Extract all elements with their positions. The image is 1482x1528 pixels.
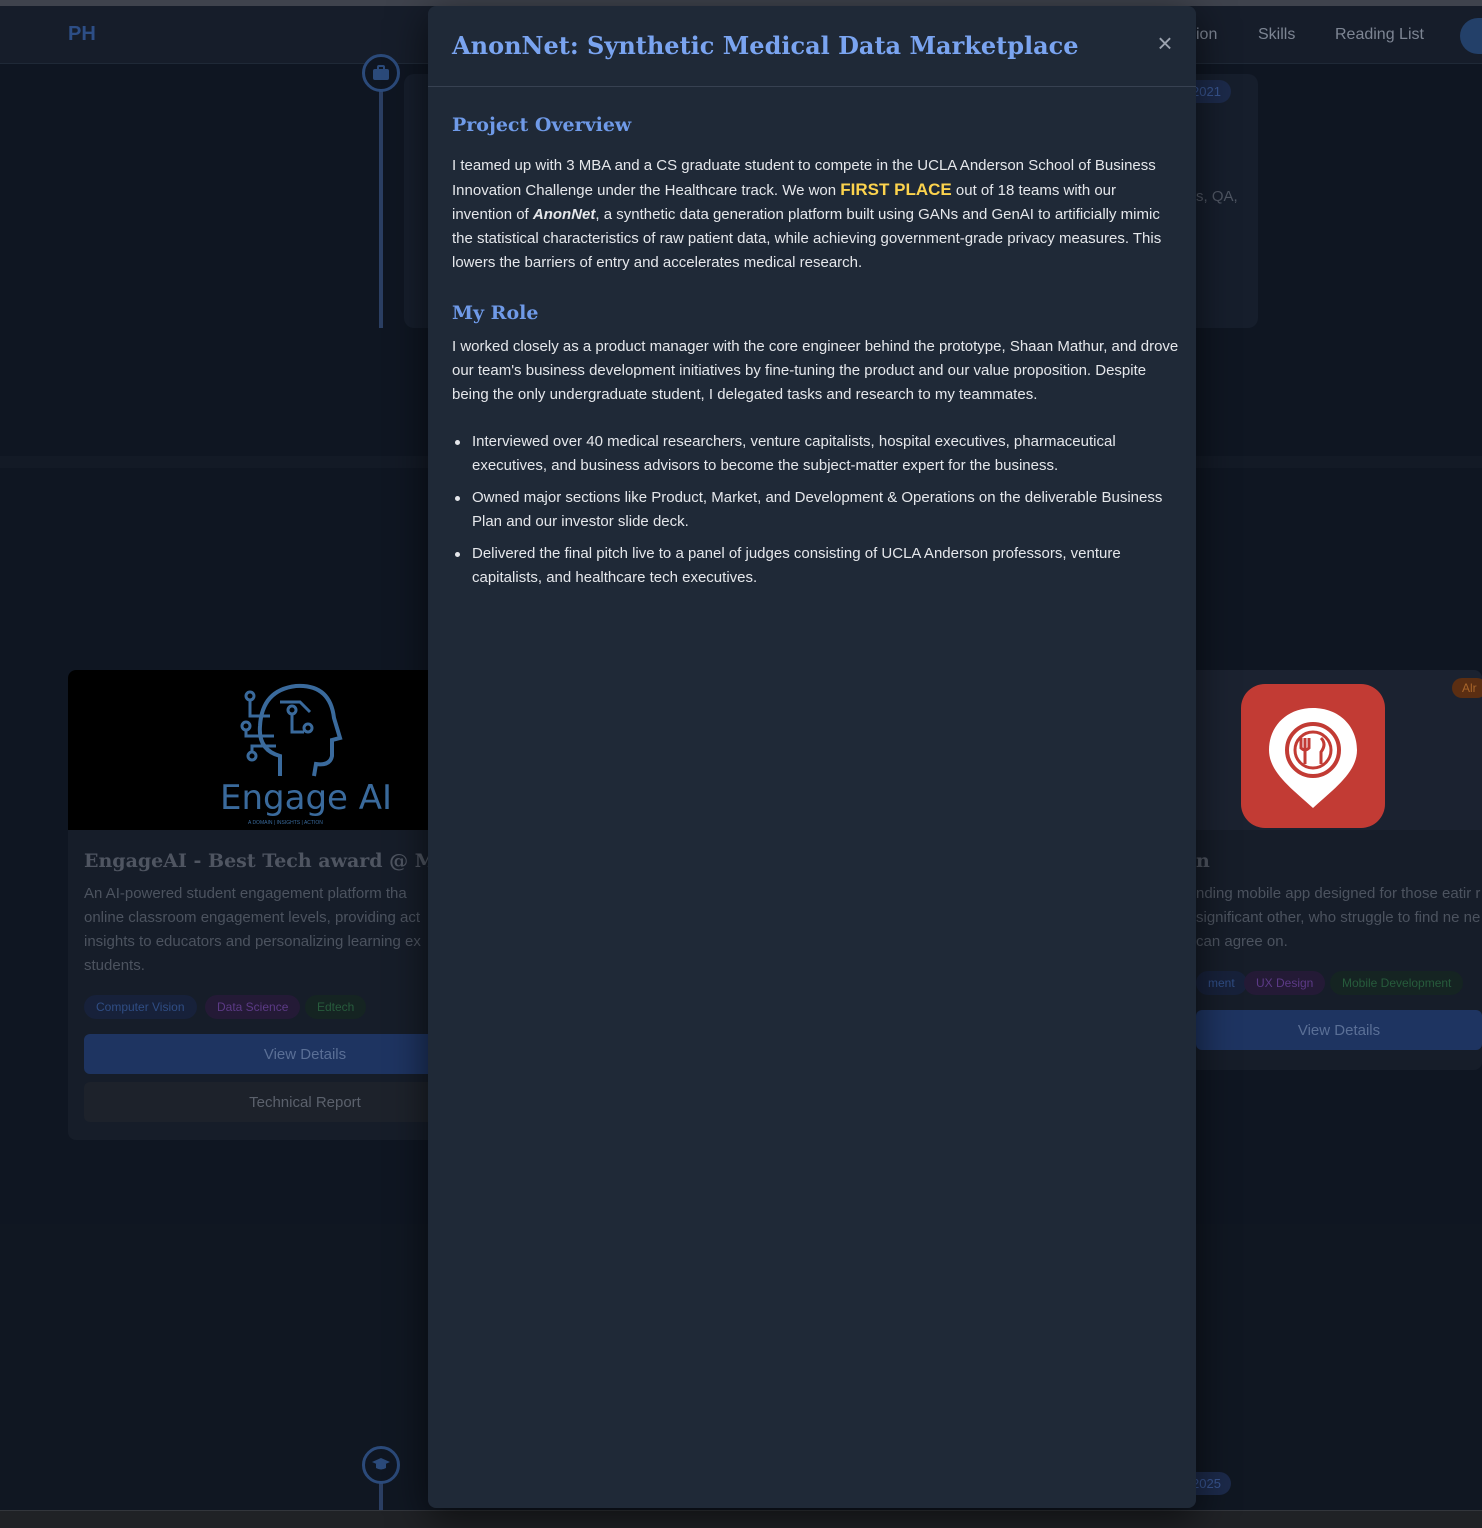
project-card-description: nding mobile app designed for those eati… <box>1196 885 1481 950</box>
timeline-node-education <box>362 1446 400 1484</box>
map-pin-food-icon <box>1269 708 1357 808</box>
project-card-image: Alr <box>1150 670 1482 830</box>
tag-product-management: ment <box>1196 971 1247 995</box>
timeline-node-work <box>362 54 400 92</box>
role-paragraph: I worked closely as a product manager wi… <box>452 338 1179 403</box>
brain-circuit-icon <box>240 683 343 777</box>
project-card-title: EngageAI - Best Tech award @ MSIS I <box>84 850 440 872</box>
project-card-title: n <box>1196 850 1210 872</box>
app-icon <box>1241 684 1385 828</box>
graduation-cap-icon <box>372 1458 390 1470</box>
engageai-logo-text: Engage AI <box>220 778 393 818</box>
role-bullet-list: Interviewed over 40 medical researchers,… <box>452 430 1174 598</box>
project-card-description: An AI-powered student engagement platfor… <box>84 885 421 974</box>
first-place-highlight: FIRST PLACE <box>840 180 952 199</box>
project-badge: Alr <box>1452 678 1482 698</box>
taskbar <box>0 1510 1482 1528</box>
nav-contact-button[interactable] <box>1460 18 1482 54</box>
site-logo[interactable]: PH <box>68 23 96 46</box>
list-item: Delivered the final pitch live to a pane… <box>452 542 1174 590</box>
project-details-modal: AnonNet: Synthetic Medical Data Marketpl… <box>428 6 1196 1508</box>
close-icon[interactable]: × <box>1152 30 1178 56</box>
nav-link-education[interactable]: ion <box>1196 26 1217 44</box>
tag-computer-vision: Computer Vision <box>84 995 197 1019</box>
nav-link-reading-list[interactable]: Reading List <box>1335 26 1424 44</box>
engageai-logo-subtext: A DOMAIN | INSIGHTS | ACTION <box>248 820 323 826</box>
project-card-food-app: Alr n nding mobile app designed for thos… <box>1150 670 1482 1070</box>
overview-heading: Project Overview <box>452 114 632 136</box>
role-heading: My Role <box>452 302 539 324</box>
view-details-button[interactable]: View Details <box>1196 1010 1482 1050</box>
list-item: Owned major sections like Product, Marke… <box>452 486 1174 534</box>
tag-edtech: Edtech <box>305 995 367 1019</box>
overview-paragraph: I teamed up with 3 MBA and a CS graduate… <box>452 154 1174 275</box>
tag-ux-design: UX Design <box>1244 971 1326 995</box>
view-details-button[interactable]: View Details <box>84 1034 440 1074</box>
timeline-card-text: s, QA, <box>1196 188 1238 205</box>
technical-report-button[interactable]: Technical Report <box>84 1082 440 1122</box>
timeline-line <box>379 64 383 328</box>
briefcase-icon <box>373 65 389 80</box>
list-item: Interviewed over 40 medical researchers,… <box>452 430 1174 478</box>
tag-mobile-development: Mobile Development <box>1330 971 1464 995</box>
modal-title: AnonNet: Synthetic Medical Data Marketpl… <box>452 31 1079 60</box>
project-card-engageai: Engage AI A DOMAIN | INSIGHTS | ACTION E… <box>68 670 440 1140</box>
anonnet-emphasis: AnonNet <box>532 206 596 223</box>
tag-data-science: Data Science <box>205 995 301 1019</box>
modal-header: AnonNet: Synthetic Medical Data Marketpl… <box>428 6 1196 87</box>
project-card-image: Engage AI A DOMAIN | INSIGHTS | ACTION <box>68 670 440 830</box>
nav-link-skills[interactable]: Skills <box>1258 26 1295 44</box>
